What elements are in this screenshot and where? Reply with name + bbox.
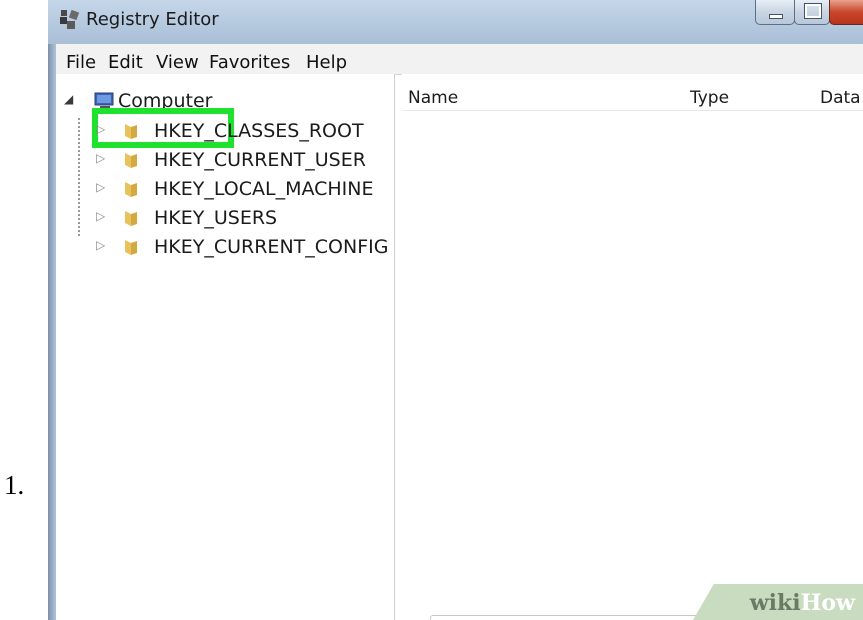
tree-label: HKEY_CURRENT_USER [154,149,366,171]
step-number: 1. [4,470,25,500]
window-title: Registry Editor [86,9,219,30]
registry-tree[interactable]: ◢ Computer ▷ HKEY_CLASSES_ROOT ▷ HKEY_CU… [56,74,395,620]
maximize-icon [804,3,822,19]
expand-arrow-icon[interactable]: ▷ [96,209,105,223]
close-button[interactable] [829,0,863,25]
tree-label: HKEY_CURRENT_CONFIG [154,236,389,258]
maximize-button[interactable] [794,0,830,25]
screenshot-frame: Registry Editor File Edit View Favorites… [48,0,863,620]
expand-arrow-icon[interactable]: ▷ [96,238,105,252]
menu-help[interactable]: Help [306,52,347,73]
menu-bar: File Edit View Favorites Help [56,44,863,75]
menu-view[interactable]: View [156,52,199,73]
watermark-part1: wiki [749,590,801,616]
minimize-icon [769,14,783,19]
expand-arrow-icon[interactable]: ▷ [96,180,105,194]
registry-editor-icon [60,9,80,29]
watermark-part2: How [800,590,855,616]
window-left-edge [48,0,55,620]
folder-icon [125,182,137,197]
client-area: File Edit View Favorites Help ◢ Computer… [56,44,863,620]
expand-arrow-icon[interactable]: ▷ [96,151,105,165]
tree-label: HKEY_LOCAL_MACHINE [154,178,374,200]
column-header-name[interactable]: Name [408,88,458,108]
menu-file[interactable]: File [66,52,96,73]
menu-favorites[interactable]: Favorites [209,52,290,73]
minimize-button[interactable] [755,0,795,25]
column-header-type[interactable]: Type [690,88,729,108]
values-list[interactable]: Name Type Data [402,74,863,620]
tree-label: HKEY_USERS [154,207,278,229]
tree-label: HKEY_CLASSES_ROOT [154,120,364,142]
horizontal-scrollbar[interactable] [430,615,722,620]
watermark: wikiHow [750,590,855,616]
menu-edit[interactable]: Edit [108,52,143,73]
expanded-arrow-icon[interactable]: ◢ [64,92,73,106]
folder-icon [125,153,137,168]
folder-icon [125,124,137,139]
tree-guide-line [78,118,80,238]
folder-icon [125,211,137,226]
column-header-data[interactable]: Data [820,88,861,108]
header-divider [402,110,863,111]
folder-icon [125,240,137,255]
title-bar[interactable]: Registry Editor [48,0,863,44]
expand-arrow-icon[interactable]: ▷ [96,122,105,136]
